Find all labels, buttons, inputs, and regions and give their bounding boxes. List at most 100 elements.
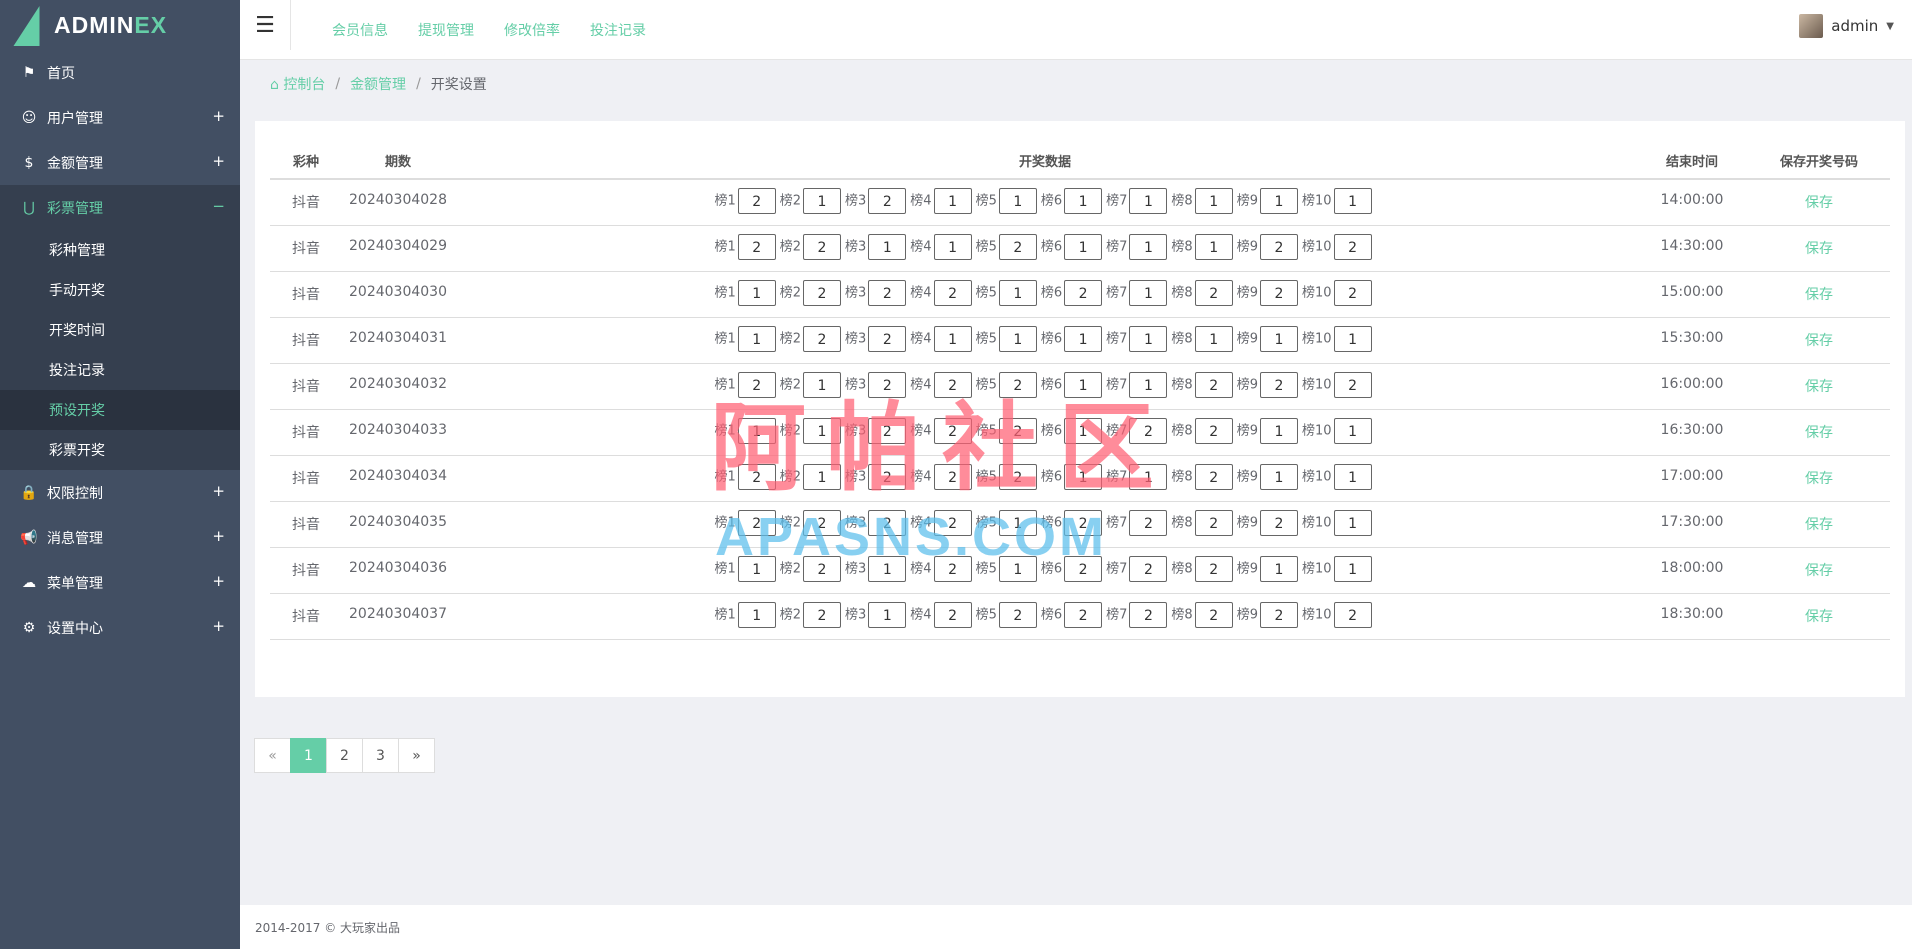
sidebar-subitem[interactable]: 开奖时间 <box>0 310 240 350</box>
slot-value-input[interactable]: 1 <box>1259 325 1298 352</box>
slot-value-input[interactable]: 1 <box>933 233 972 260</box>
expand-icon[interactable]: + <box>212 482 225 500</box>
sidebar-item-2[interactable]: $ 金额管理 + <box>0 140 240 185</box>
save-button[interactable]: 保存 <box>1805 333 1833 349</box>
slot-value-input[interactable]: 2 <box>1194 555 1233 582</box>
slot-value-input[interactable]: 2 <box>1259 509 1298 536</box>
sidebar-subitem[interactable]: 投注记录 <box>0 350 240 390</box>
slot-value-input[interactable]: 2 <box>1129 601 1168 628</box>
slot-value-input[interactable]: 1 <box>803 371 842 398</box>
expand-icon[interactable]: + <box>212 617 225 635</box>
slot-value-input[interactable]: 1 <box>998 555 1037 582</box>
slot-value-input[interactable]: 2 <box>1129 555 1168 582</box>
slot-value-input[interactable]: 1 <box>998 279 1037 306</box>
collapse-icon[interactable]: − <box>212 197 225 215</box>
sidebar-subitem[interactable]: 预设开奖 <box>0 390 240 430</box>
slot-value-input[interactable]: 2 <box>1064 509 1103 536</box>
slot-value-input[interactable]: 2 <box>1129 417 1168 444</box>
slot-value-input[interactable]: 2 <box>803 555 842 582</box>
slot-value-input[interactable]: 1 <box>803 188 842 214</box>
slot-value-input[interactable]: 2 <box>737 463 776 490</box>
slot-value-input[interactable]: 2 <box>933 371 972 398</box>
sidebar-subitem[interactable]: 彩票开奖 <box>0 430 240 470</box>
slot-value-input[interactable]: 2 <box>803 601 842 628</box>
slot-value-input[interactable]: 1 <box>803 463 842 490</box>
save-button[interactable]: 保存 <box>1805 241 1833 257</box>
user-menu[interactable]: admin ▼ <box>1799 14 1894 38</box>
slot-value-input[interactable]: 1 <box>737 601 776 628</box>
slot-value-input[interactable]: 2 <box>737 233 776 260</box>
slot-value-input[interactable]: 1 <box>933 325 972 352</box>
slot-value-input[interactable]: 1 <box>1064 233 1103 260</box>
pagination-prev[interactable]: « <box>254 738 291 773</box>
slot-value-input[interactable]: 2 <box>1259 371 1298 398</box>
slot-value-input[interactable]: 1 <box>737 279 776 306</box>
topnav-member-info[interactable]: 会员信息 <box>332 20 388 40</box>
slot-value-input[interactable]: 2 <box>1129 509 1168 536</box>
expand-icon[interactable]: + <box>212 527 225 545</box>
slot-value-input[interactable]: 2 <box>1259 233 1298 260</box>
save-button[interactable]: 保存 <box>1805 609 1833 625</box>
topnav-withdraw[interactable]: 提现管理 <box>418 20 474 40</box>
pagination-page-2[interactable]: 2 <box>326 738 363 773</box>
slot-value-input[interactable]: 2 <box>998 417 1037 444</box>
sidebar-item-4[interactable]: 🔒 权限控制 + <box>0 470 240 515</box>
slot-value-input[interactable]: 1 <box>1333 188 1372 214</box>
save-button[interactable]: 保存 <box>1805 471 1833 487</box>
slot-value-input[interactable]: 1 <box>1333 417 1372 444</box>
sidebar-subitem[interactable]: 彩种管理 <box>0 230 240 270</box>
slot-value-input[interactable]: 1 <box>1129 279 1168 306</box>
slot-value-input[interactable]: 1 <box>1259 188 1298 214</box>
slot-value-input[interactable]: 1 <box>1064 371 1103 398</box>
slot-value-input[interactable]: 2 <box>868 463 907 490</box>
save-button[interactable]: 保存 <box>1805 379 1833 395</box>
slot-value-input[interactable]: 1 <box>737 417 776 444</box>
slot-value-input[interactable]: 2 <box>933 463 972 490</box>
slot-value-input[interactable]: 1 <box>1259 555 1298 582</box>
slot-value-input[interactable]: 1 <box>1333 463 1372 490</box>
slot-value-input[interactable]: 2 <box>1259 279 1298 306</box>
sidebar-item-5[interactable]: 📢 消息管理 + <box>0 515 240 560</box>
save-button[interactable]: 保存 <box>1805 517 1833 533</box>
sidebar-item-6[interactable]: ☁ 菜单管理 + <box>0 560 240 605</box>
slot-value-input[interactable]: 1 <box>998 188 1037 214</box>
slot-value-input[interactable]: 1 <box>1259 463 1298 490</box>
save-button[interactable]: 保存 <box>1805 195 1833 211</box>
slot-value-input[interactable]: 1 <box>998 325 1037 352</box>
sidebar-item-7[interactable]: ⚙ 设置中心 + <box>0 605 240 650</box>
slot-value-input[interactable]: 2 <box>868 188 907 214</box>
slot-value-input[interactable]: 2 <box>868 509 907 536</box>
slot-value-input[interactable]: 2 <box>1064 555 1103 582</box>
slot-value-input[interactable]: 2 <box>737 188 776 214</box>
slot-value-input[interactable]: 2 <box>1194 279 1233 306</box>
slot-value-input[interactable]: 2 <box>803 233 842 260</box>
expand-icon[interactable]: + <box>212 107 225 125</box>
slot-value-input[interactable]: 2 <box>737 509 776 536</box>
pagination-page-3[interactable]: 3 <box>362 738 399 773</box>
breadcrumb-parent[interactable]: 金额管理 <box>350 74 406 94</box>
pagination-next[interactable]: » <box>398 738 435 773</box>
slot-value-input[interactable]: 1 <box>868 555 907 582</box>
slot-value-input[interactable]: 1 <box>1333 325 1372 352</box>
sidebar-item-1[interactable]: ☺ 用户管理 + <box>0 95 240 140</box>
pagination-page-1[interactable]: 1 <box>290 738 327 773</box>
slot-value-input[interactable]: 1 <box>1194 188 1233 214</box>
slot-value-input[interactable]: 1 <box>737 555 776 582</box>
slot-value-input[interactable]: 2 <box>803 509 842 536</box>
slot-value-input[interactable]: 1 <box>1129 371 1168 398</box>
breadcrumb-home[interactable]: ⌂ 控制台 <box>270 74 325 94</box>
slot-value-input[interactable]: 1 <box>1064 463 1103 490</box>
slot-value-input[interactable]: 1 <box>1333 509 1372 536</box>
slot-value-input[interactable]: 2 <box>998 233 1037 260</box>
logo[interactable]: ADMINEX <box>0 0 240 50</box>
slot-value-input[interactable]: 1 <box>1129 325 1168 352</box>
slot-value-input[interactable]: 2 <box>998 601 1037 628</box>
expand-icon[interactable]: + <box>212 572 225 590</box>
slot-value-input[interactable]: 2 <box>868 325 907 352</box>
expand-icon[interactable]: + <box>212 152 225 170</box>
slot-value-input[interactable]: 2 <box>868 371 907 398</box>
slot-value-input[interactable]: 1 <box>803 417 842 444</box>
slot-value-input[interactable]: 2 <box>933 279 972 306</box>
sidebar-item-3[interactable]: ⋃ 彩票管理 − <box>0 185 240 230</box>
slot-value-input[interactable]: 1 <box>998 509 1037 536</box>
